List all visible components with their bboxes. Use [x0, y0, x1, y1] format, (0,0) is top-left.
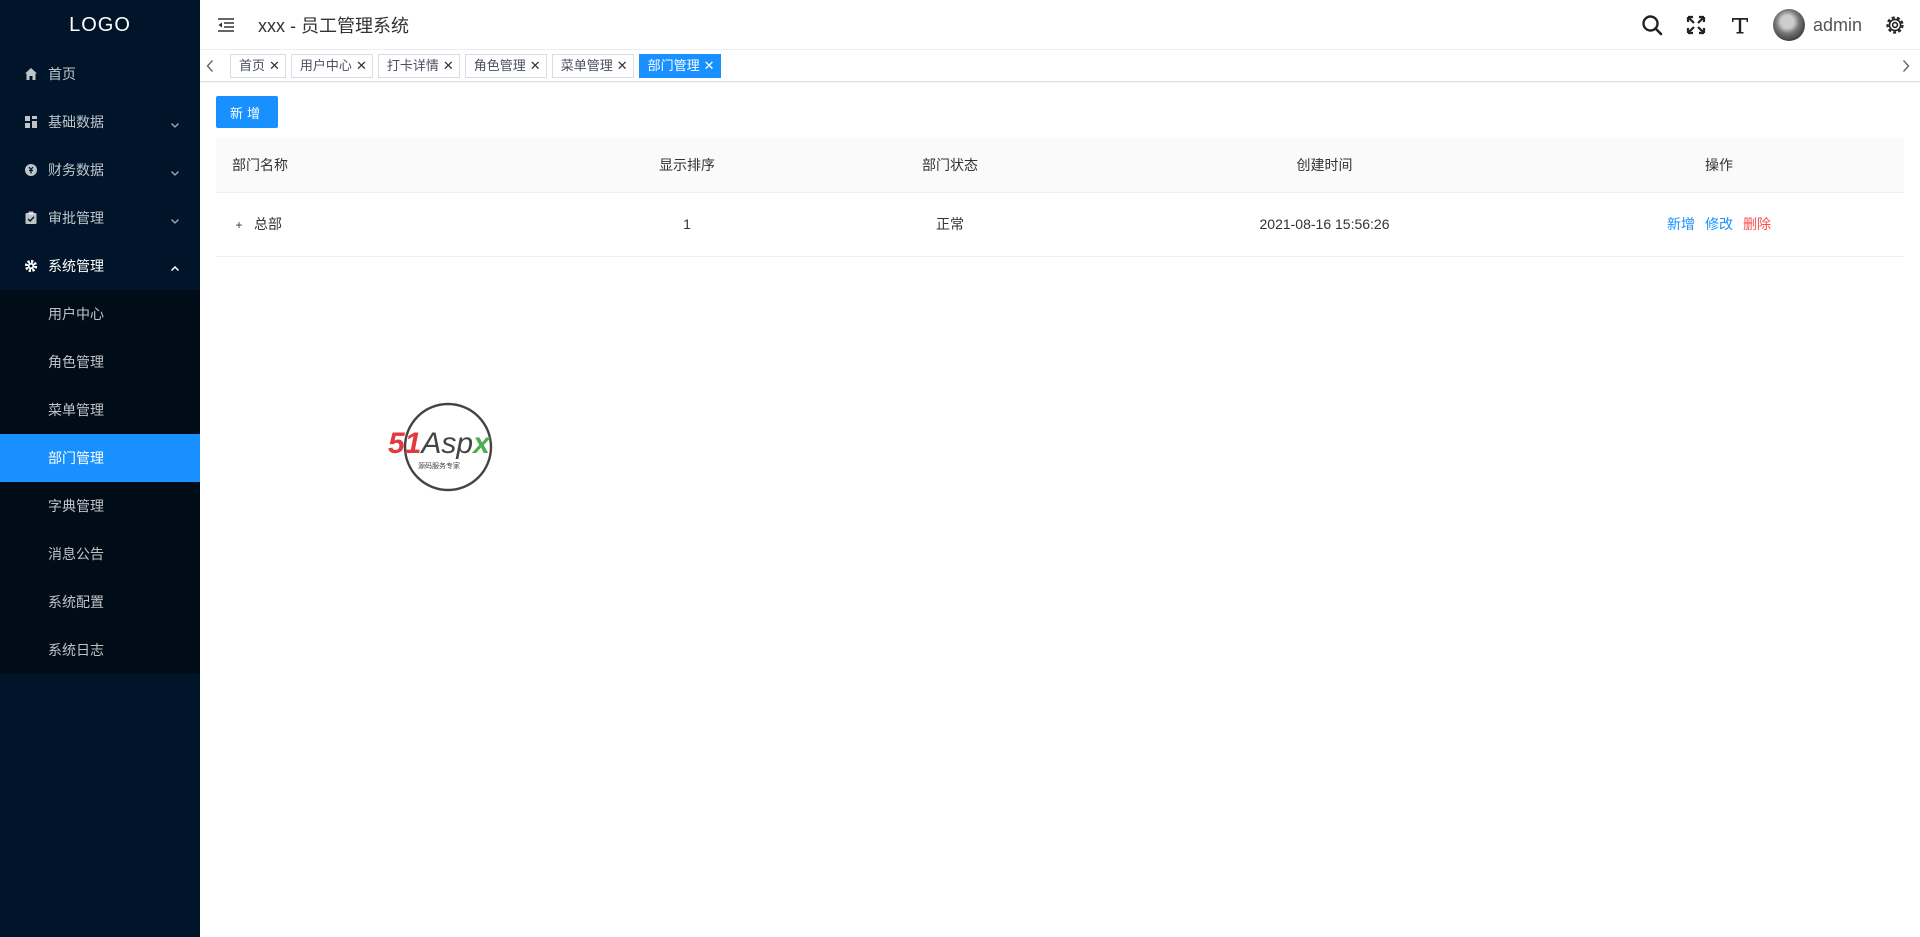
sidebar-item-department-management[interactable]: 部门管理: [0, 434, 200, 482]
tab-menu-management[interactable]: 菜单管理 ✕: [551, 53, 634, 78]
tab-label: 用户中心: [299, 57, 352, 73]
tab-attendance-detail[interactable]: 打卡详情 ✕: [377, 53, 460, 78]
sidebar-item-label: 基础数据: [48, 114, 104, 130]
tab-role-management[interactable]: 角色管理 ✕: [464, 53, 547, 78]
row-edit-link[interactable]: 修改: [1705, 216, 1733, 232]
sidebar-item-dictionary-management[interactable]: 字典管理: [0, 482, 200, 530]
sidebar-item-announcements[interactable]: 消息公告: [0, 530, 200, 578]
column-header: 创建时间: [1115, 138, 1534, 193]
tab-home[interactable]: 首页 ✕: [230, 53, 286, 78]
system-title: xxx - 员工管理系统: [258, 15, 409, 36]
user-menu[interactable]: admin: [1772, 9, 1862, 41]
sidebar-item-label: 首页: [48, 66, 76, 82]
sidebar-item-label: 审批管理: [48, 210, 104, 226]
sidebar-item-label: 系统管理: [48, 258, 104, 274]
row-delete-link[interactable]: 删除: [1743, 216, 1771, 232]
close-icon[interactable]: ✕: [617, 55, 628, 77]
cell-sort-order: 1: [589, 192, 785, 257]
sidebar-item-system[interactable]: 系统管理: [0, 242, 200, 290]
close-icon[interactable]: ✕: [530, 55, 541, 77]
chevron-up-icon: [170, 261, 180, 272]
watermark-logo: 51Aspx 源码服务专家: [386, 400, 516, 496]
menu-fold-icon[interactable]: [216, 15, 236, 35]
sidebar-item-role-management[interactable]: 角色管理: [0, 338, 200, 386]
sidebar-item-system-config[interactable]: 系统配置: [0, 578, 200, 626]
sidebar-item-label: 系统日志: [48, 642, 104, 658]
tab-label: 部门管理: [647, 57, 700, 73]
sidebar-item-label: 消息公告: [48, 546, 104, 562]
settings-gear-icon[interactable]: [1884, 14, 1906, 36]
cell-department-name: + 总部: [216, 192, 589, 257]
tags-view: 首页 ✕ 用户中心 ✕ 打卡详情 ✕ 角色管理 ✕ 菜单管理 ✕ 部门管理 ✕: [200, 50, 1920, 82]
money-icon: [24, 163, 38, 177]
sidebar-item-label: 财务数据: [48, 162, 104, 178]
tabs-scroll-right-icon[interactable]: [1896, 50, 1916, 82]
table-header-row: 部门名称 显示排序 部门状态 创建时间 操作: [216, 138, 1904, 193]
sidebar-item-label: 字典管理: [48, 498, 104, 514]
sidebar-item-home[interactable]: 首页: [0, 50, 200, 98]
sidebar-item-system-log[interactable]: 系统日志: [0, 626, 200, 674]
chevron-down-icon: [170, 165, 180, 176]
row-add-link[interactable]: 新增: [1667, 216, 1695, 232]
sidebar-item-basic-data[interactable]: 基础数据: [0, 98, 200, 146]
tab-label: 菜单管理: [560, 57, 613, 73]
tabs-scroll-left-icon[interactable]: [200, 50, 220, 82]
chevron-down-icon: [170, 117, 180, 128]
department-name: 总部: [254, 216, 282, 232]
tab-label: 打卡详情: [386, 57, 439, 73]
sidebar-item-user-center[interactable]: 用户中心: [0, 290, 200, 338]
cell-actions: 新增 修改 删除: [1534, 192, 1904, 257]
table-row: + 总部 1 正常 2021-08-16 15:56:26 新增 修改 删除: [216, 192, 1904, 257]
grid-icon: [24, 115, 38, 129]
sidebar-item-label: 部门管理: [48, 450, 104, 466]
close-icon[interactable]: ✕: [443, 55, 454, 77]
sidebar-item-label: 系统配置: [48, 594, 104, 610]
sidebar-item-finance-data[interactable]: 财务数据: [0, 146, 200, 194]
column-header: 部门状态: [785, 138, 1115, 193]
tab-list: 首页 ✕ 用户中心 ✕ 打卡详情 ✕ 角色管理 ✕ 菜单管理 ✕ 部门管理 ✕: [230, 53, 726, 78]
sidebar-item-menu-management[interactable]: 菜单管理: [0, 386, 200, 434]
sidebar-item-approval[interactable]: 审批管理: [0, 194, 200, 242]
cell-status: 正常: [785, 192, 1115, 257]
search-icon[interactable]: [1641, 14, 1663, 36]
username: admin: [1812, 14, 1862, 35]
column-header: 显示排序: [589, 138, 785, 193]
main-content: 新增 部门名称 显示排序 部门状态 创建时间 操作 + 总部 1 正常 2021-…: [216, 96, 1904, 257]
watermark-tagline: 源码服务专家: [418, 461, 460, 470]
department-table: 部门名称 显示排序 部门状态 创建时间 操作 + 总部 1 正常 2021-08-…: [216, 138, 1904, 257]
top-header: xxx - 员工管理系统 admin: [200, 0, 1920, 50]
logo: LOGO: [69, 13, 131, 36]
watermark-brand: 51Aspx: [388, 427, 491, 460]
add-department-button[interactable]: 新增: [216, 96, 278, 128]
tab-label: 首页: [239, 57, 266, 73]
font-size-icon[interactable]: [1729, 14, 1751, 36]
fullscreen-icon[interactable]: [1685, 14, 1707, 36]
expand-row-icon[interactable]: +: [232, 218, 246, 232]
gear-icon: [24, 259, 38, 273]
approve-icon: [24, 211, 38, 225]
chevron-down-icon: [170, 213, 180, 224]
sidebar-item-label: 角色管理: [48, 354, 104, 370]
home-icon: [24, 67, 38, 81]
avatar: [1772, 9, 1805, 41]
tab-department-management[interactable]: 部门管理 ✕: [638, 53, 721, 78]
tab-user-center[interactable]: 用户中心 ✕: [290, 53, 373, 78]
sidebar-item-label: 菜单管理: [48, 402, 104, 418]
header-tools: admin: [1641, 0, 1920, 50]
sidebar-item-label: 用户中心: [48, 306, 104, 322]
close-icon[interactable]: ✕: [356, 55, 367, 77]
column-header: 操作: [1534, 138, 1904, 193]
system-submenu: 用户中心 角色管理 菜单管理 部门管理 字典管理 消息公告 系统配置 系统日志: [0, 290, 200, 674]
sidebar: LOGO 首页 基础数据 财务数据 审批管理 系统管理 用户中心 角色管理 菜单…: [0, 0, 200, 937]
close-icon[interactable]: ✕: [269, 55, 280, 77]
tab-label: 角色管理: [473, 57, 526, 73]
close-icon[interactable]: ✕: [704, 55, 715, 77]
column-header: 部门名称: [216, 138, 589, 193]
cell-created-time: 2021-08-16 15:56:26: [1115, 192, 1534, 257]
